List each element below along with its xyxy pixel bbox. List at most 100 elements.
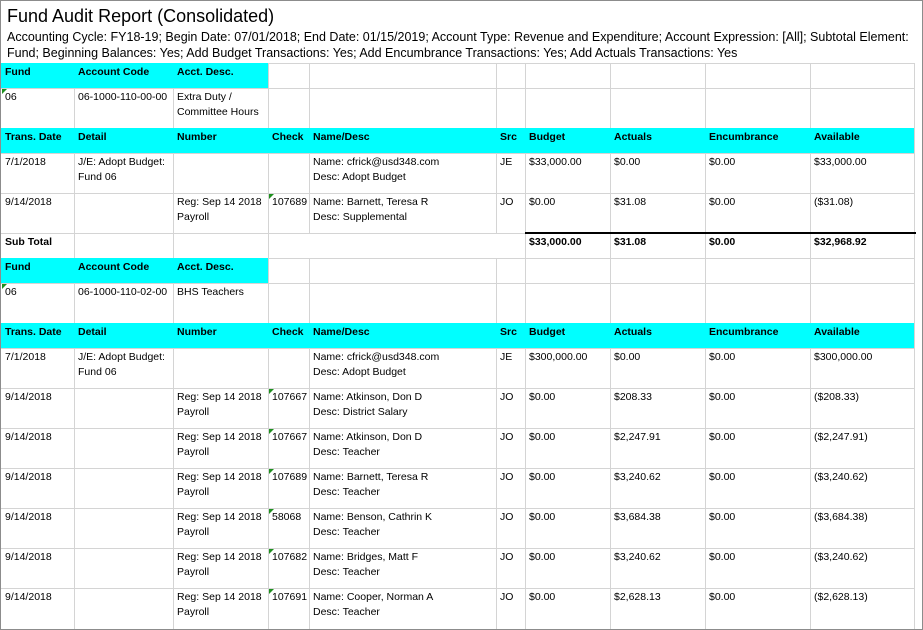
trans-actuals[interactable]: $3,240.62 (614, 550, 661, 565)
header-detail[interactable]: Detail (78, 325, 107, 340)
trans-available[interactable]: $300,000.00 (814, 350, 872, 365)
header-account-code[interactable]: Account Code (78, 260, 149, 275)
trans-number[interactable]: Reg: Sep 14 2018 (177, 590, 262, 605)
subtotal-available[interactable]: $32,968.92 (814, 235, 867, 250)
trans-available[interactable]: $33,000.00 (814, 155, 867, 170)
header-src[interactable]: Src (500, 130, 517, 145)
trans-number[interactable]: Reg: Sep 14 2018 (177, 550, 262, 565)
trans-check[interactable]: 107689 (272, 470, 307, 485)
trans-number-line2[interactable]: Payroll (177, 445, 209, 460)
trans-available[interactable]: ($2,247.91) (814, 430, 868, 445)
trans-src[interactable]: JE (500, 350, 512, 365)
header-account-code[interactable]: Account Code (78, 65, 149, 80)
trans-encumbrance[interactable]: $0.00 (709, 390, 735, 405)
trans-actuals[interactable]: $0.00 (614, 350, 640, 365)
trans-budget[interactable]: $0.00 (529, 390, 555, 405)
header-date[interactable]: Trans. Date (5, 130, 62, 145)
trans-encumbrance[interactable]: $0.00 (709, 195, 735, 210)
trans-check[interactable]: 107667 (272, 430, 307, 445)
trans-date[interactable]: 9/14/2018 (5, 195, 52, 210)
header-date[interactable]: Trans. Date (5, 325, 62, 340)
header-actuals[interactable]: Actuals (614, 130, 652, 145)
header-actuals[interactable]: Actuals (614, 325, 652, 340)
trans-encumbrance[interactable]: $0.00 (709, 550, 735, 565)
trans-name[interactable]: Name: Cooper, Norman A (313, 590, 433, 605)
trans-name[interactable]: Name: cfrick@usd348.com (313, 155, 439, 170)
trans-number[interactable]: Reg: Sep 14 2018 (177, 510, 262, 525)
trans-number[interactable]: Reg: Sep 14 2018 (177, 195, 262, 210)
trans-desc[interactable]: Desc: Adopt Budget (313, 365, 406, 380)
trans-actuals[interactable]: $0.00 (614, 155, 640, 170)
header-encumbrance[interactable]: Encumbrance (709, 325, 778, 340)
subtotal-actuals[interactable]: $31.08 (614, 235, 646, 250)
trans-encumbrance[interactable]: $0.00 (709, 590, 735, 605)
trans-available[interactable]: ($208.33) (814, 390, 859, 405)
trans-name[interactable]: Name: Atkinson, Don D (313, 430, 422, 445)
trans-actuals[interactable]: $31.08 (614, 195, 646, 210)
trans-name[interactable]: Name: Atkinson, Don D (313, 390, 422, 405)
header-number[interactable]: Number (177, 130, 217, 145)
trans-encumbrance[interactable]: $0.00 (709, 155, 735, 170)
trans-number-line2[interactable]: Payroll (177, 525, 209, 540)
trans-desc[interactable]: Desc: Teacher (313, 565, 380, 580)
trans-number[interactable]: Reg: Sep 14 2018 (177, 430, 262, 445)
header-fund[interactable]: Fund (5, 260, 31, 275)
trans-name[interactable]: Name: Barnett, Teresa R (313, 470, 428, 485)
trans-desc[interactable]: Desc: Adopt Budget (313, 170, 406, 185)
trans-actuals[interactable]: $3,240.62 (614, 470, 661, 485)
trans-actuals[interactable]: $208.33 (614, 390, 652, 405)
trans-name[interactable]: Name: Benson, Cathrin K (313, 510, 432, 525)
acct-desc-value-line2[interactable]: Committee Hours (177, 105, 259, 120)
trans-name[interactable]: Name: cfrick@usd348.com (313, 350, 439, 365)
trans-number[interactable]: Reg: Sep 14 2018 (177, 470, 262, 485)
trans-check[interactable]: 107691 (272, 590, 307, 605)
trans-date[interactable]: 9/14/2018 (5, 590, 52, 605)
trans-budget[interactable]: $0.00 (529, 430, 555, 445)
trans-actuals[interactable]: $3,684.38 (614, 510, 661, 525)
subtotal-encumbrance[interactable]: $0.00 (709, 235, 735, 250)
trans-detail[interactable]: J/E: Adopt Budget: (78, 155, 165, 170)
trans-number-line2[interactable]: Payroll (177, 485, 209, 500)
trans-detail-line2[interactable]: Fund 06 (78, 170, 117, 185)
trans-actuals[interactable]: $2,247.91 (614, 430, 661, 445)
trans-desc[interactable]: Desc: Teacher (313, 485, 380, 500)
trans-number-line2[interactable]: Payroll (177, 565, 209, 580)
trans-src[interactable]: JO (500, 195, 513, 210)
subtotal-label[interactable]: Sub Total (5, 235, 52, 250)
trans-desc[interactable]: Desc: District Salary (313, 405, 408, 420)
trans-name[interactable]: Name: Barnett, Teresa R (313, 195, 428, 210)
account-code-value[interactable]: 06-1000-110-02-00 (78, 285, 167, 300)
trans-desc[interactable]: Desc: Teacher (313, 605, 380, 620)
trans-encumbrance[interactable]: $0.00 (709, 350, 735, 365)
trans-detail-line2[interactable]: Fund 06 (78, 365, 117, 380)
trans-check[interactable]: 107682 (272, 550, 307, 565)
header-detail[interactable]: Detail (78, 130, 107, 145)
trans-check[interactable]: 58068 (272, 510, 301, 525)
acct-desc-value[interactable]: BHS Teachers (177, 285, 244, 300)
header-budget[interactable]: Budget (529, 325, 565, 340)
trans-name[interactable]: Name: Bridges, Matt F (313, 550, 418, 565)
trans-date[interactable]: 9/14/2018 (5, 470, 52, 485)
trans-desc[interactable]: Desc: Teacher (313, 525, 380, 540)
header-number[interactable]: Number (177, 325, 217, 340)
trans-encumbrance[interactable]: $0.00 (709, 510, 735, 525)
header-encumbrance[interactable]: Encumbrance (709, 130, 778, 145)
trans-date[interactable]: 7/1/2018 (5, 350, 46, 365)
trans-src[interactable]: JO (500, 510, 513, 525)
trans-budget[interactable]: $0.00 (529, 590, 555, 605)
trans-date[interactable]: 9/14/2018 (5, 390, 52, 405)
trans-number[interactable]: Reg: Sep 14 2018 (177, 390, 262, 405)
header-acct-desc[interactable]: Acct. Desc. (177, 65, 234, 80)
trans-src[interactable]: JO (500, 430, 513, 445)
trans-src[interactable]: JO (500, 470, 513, 485)
header-available[interactable]: Available (814, 325, 860, 340)
trans-number-line2[interactable]: Payroll (177, 605, 209, 620)
trans-available[interactable]: ($2,628.13) (814, 590, 868, 605)
header-budget[interactable]: Budget (529, 130, 565, 145)
trans-budget[interactable]: $0.00 (529, 550, 555, 565)
report-sheet[interactable]: Fund Audit Report (Consolidated) Account… (0, 0, 923, 630)
subtotal-budget[interactable]: $33,000.00 (529, 235, 582, 250)
header-acct-desc[interactable]: Acct. Desc. (177, 260, 234, 275)
header-src[interactable]: Src (500, 325, 517, 340)
header-fund[interactable]: Fund (5, 65, 31, 80)
